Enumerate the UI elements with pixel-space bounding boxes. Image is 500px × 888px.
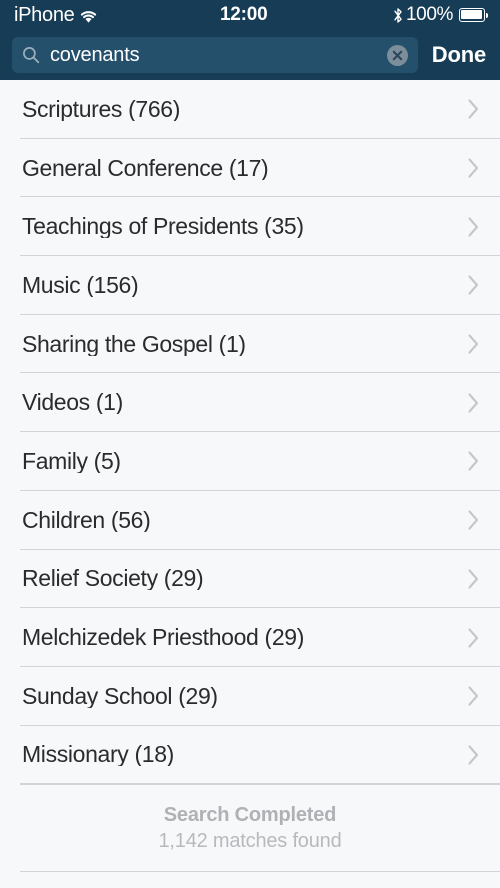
result-row-label: Teachings of Presidents (35) <box>22 215 304 239</box>
chevron-right-icon <box>467 216 480 238</box>
result-row-scriptures[interactable]: Scriptures (766) <box>0 80 500 139</box>
carrier-label: iPhone <box>14 4 75 26</box>
search-bar: covenants Done <box>0 30 500 80</box>
search-input[interactable]: covenants <box>12 37 418 73</box>
done-button[interactable]: Done <box>428 40 488 70</box>
result-row-label: Melchizedek Priesthood (29) <box>22 626 305 650</box>
list-tail-space <box>0 872 500 888</box>
result-row-label: Family (5) <box>22 449 121 473</box>
result-row-sharing-the-gospel[interactable]: Sharing the Gospel (1) <box>0 314 500 374</box>
result-row-label: Missionary (18) <box>22 743 174 767</box>
chevron-right-icon <box>467 450 480 472</box>
search-query-text: covenants <box>50 45 140 65</box>
result-row-videos[interactable]: Videos (1) <box>0 373 500 433</box>
search-icon <box>22 46 40 64</box>
navigation-bar: iPhone 12:00 100% covenants Done <box>0 0 500 80</box>
wifi-icon <box>79 9 98 24</box>
status-bar-right: 100% <box>393 4 488 26</box>
chevron-right-icon <box>467 568 480 590</box>
clock-label: 12:00 <box>219 4 268 25</box>
search-status-title: Search Completed <box>163 803 337 826</box>
clear-search-button[interactable] <box>386 44 408 66</box>
chevron-right-icon <box>467 333 480 355</box>
battery-full-icon <box>459 8 488 22</box>
result-row-missionary[interactable]: Missionary (18) <box>0 725 500 785</box>
chevron-right-icon <box>467 627 480 649</box>
chevron-right-icon <box>467 98 480 120</box>
search-match-count: 1,142 matches found <box>158 829 342 852</box>
result-row-label: Sunday School (29) <box>22 684 218 708</box>
result-row-music[interactable]: Music (156) <box>0 256 500 315</box>
chevron-right-icon <box>467 744 480 766</box>
result-row-label: Sharing the Gospel (1) <box>22 332 246 356</box>
result-row-label: Relief Society (29) <box>22 567 204 591</box>
result-row-label: Children (56) <box>22 508 151 532</box>
chevron-right-icon <box>467 392 480 414</box>
chevron-right-icon <box>467 157 480 179</box>
search-results-list: Scriptures (766) General Conference (17) T… <box>0 80 500 785</box>
app-root: iPhone 12:00 100% covenants Done Scriptu… <box>0 0 500 888</box>
footer-separator-top <box>20 784 500 786</box>
chevron-right-icon <box>467 509 480 531</box>
chevron-right-icon <box>467 274 480 296</box>
result-row-label: Music (156) <box>22 273 139 297</box>
chevron-right-icon <box>467 685 480 707</box>
result-row-label: General Conference (17) <box>22 156 269 180</box>
bluetooth-icon <box>393 7 403 24</box>
status-bar: iPhone 12:00 100% <box>0 0 500 30</box>
result-row-sunday-school[interactable]: Sunday School (29) <box>0 666 500 726</box>
result-row-family[interactable]: Family (5) <box>0 432 500 491</box>
result-row-general-conference[interactable]: General Conference (17) <box>0 138 500 198</box>
footer-separator-bottom <box>20 871 500 873</box>
result-row-melchizedek-priesthood[interactable]: Melchizedek Priesthood (29) <box>0 608 500 667</box>
result-row-label: Videos (1) <box>22 391 123 415</box>
result-row-teachings-of-presidents[interactable]: Teachings of Presidents (35) <box>0 197 500 257</box>
status-bar-left: iPhone <box>14 5 98 25</box>
battery-percent-label: 100% <box>406 4 453 25</box>
result-row-children[interactable]: Children (56) <box>0 490 500 550</box>
search-status-footer: Search Completed 1,142 matches found <box>0 784 500 873</box>
result-row-label: Scriptures (766) <box>22 97 181 121</box>
result-row-relief-society[interactable]: Relief Society (29) <box>0 549 500 609</box>
